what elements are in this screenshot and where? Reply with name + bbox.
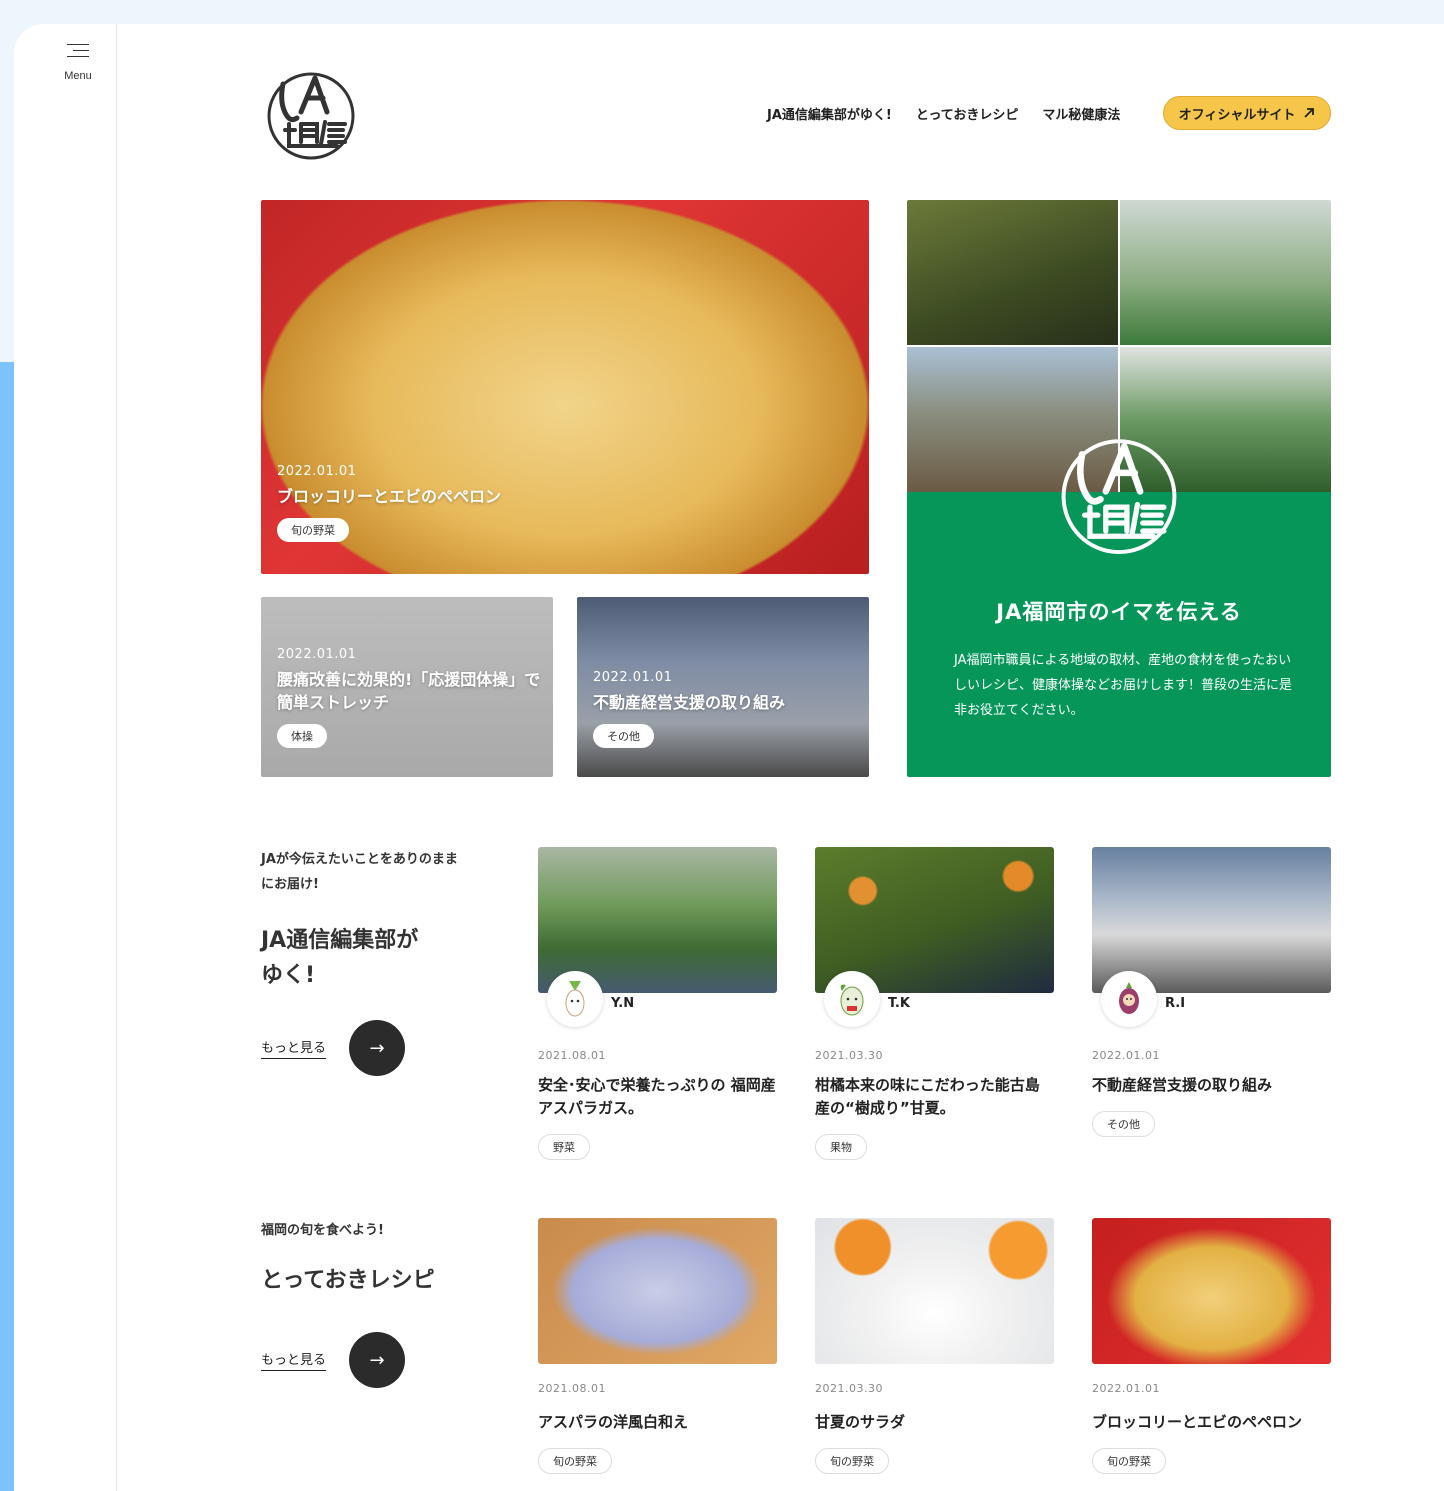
- nav-recipes[interactable]: とっておきレシピ: [916, 104, 1019, 123]
- editorial-more-link[interactable]: もっと見る →: [261, 1020, 406, 1076]
- article-title: 不動産経営支援の取り組み: [593, 693, 786, 712]
- page-frame: Menu JA通信編集部がゆく! とっておきレシピ マル秘健康法 オフィシャルサ…: [14, 24, 1444, 1491]
- article-date: 2022.01.01: [277, 464, 357, 479]
- author-name: Y.N: [611, 995, 635, 1011]
- article-date: 2021.08.01: [538, 1049, 606, 1062]
- ja-tsushin-logo-white: [1061, 439, 1177, 555]
- global-nav: JA通信編集部がゆく! とっておきレシピ マル秘健康法: [767, 96, 1144, 130]
- article-title: ブロッコリーとエビのペペロン: [277, 487, 502, 506]
- section-title: JA通信編集部がゆく!: [261, 928, 419, 988]
- article-title: 腰痛改善に効果的!「応援団体操」で簡単ストレッチ: [277, 670, 541, 712]
- arrow-right-icon: →: [349, 1332, 406, 1388]
- menu-label: Menu: [64, 70, 92, 82]
- recipe-thumbnail: [815, 1218, 1054, 1364]
- radish-mascot-icon: [565, 981, 585, 1017]
- editorial-article-card[interactable]: R.I 2022.01.01 不動産経営支援の取り組み その他: [1092, 847, 1331, 1137]
- recipe-date: 2022.01.01: [1092, 1382, 1160, 1395]
- recipe-thumbnail: [538, 1218, 777, 1364]
- article-title: 柑橘本来の味にこだわった能古島産の“樹成り”甘夏。: [815, 1076, 1040, 1117]
- editorial-article-card[interactable]: Y.N 2021.08.01 安全･安心で栄養たっぷりの 福岡産アスパラガス。 …: [538, 847, 777, 1160]
- recipes-section-intro: 福岡の旬を食べよう! とっておきレシピ: [261, 1218, 461, 1298]
- recipe-card[interactable]: 2022.01.01 ブロッコリーとエビのペペロン 旬の野菜: [1092, 1218, 1331, 1474]
- section-lead: 福岡の旬を食べよう!: [261, 1223, 384, 1238]
- article-date: 2021.03.30: [815, 1049, 883, 1062]
- category-tag[interactable]: その他: [1092, 1111, 1155, 1137]
- official-site-label: オフィシャルサイト: [1178, 107, 1296, 123]
- ja-panel-description: JA福岡市職員による地域の取材、産地の食材を使ったおいしいレシピ、健康体操などお…: [954, 653, 1293, 718]
- ja-intro-panel: JA福岡市のイマを伝える JA福岡市職員による地域の取材、産地の食材を使ったおい…: [907, 200, 1331, 777]
- article-thumbnail: Y.N: [538, 847, 777, 1027]
- more-label: もっと見る: [261, 1037, 327, 1059]
- article-thumbnail: T.K: [815, 847, 1054, 1027]
- category-tag[interactable]: 旬の野菜: [815, 1448, 889, 1474]
- category-tag[interactable]: 旬の野菜: [277, 518, 349, 542]
- staff-photo: [907, 200, 1118, 345]
- article-date: 2022.01.01: [593, 670, 673, 685]
- leaf-mascot-icon: [840, 984, 864, 1016]
- recipe-card[interactable]: 2021.03.30 甘夏のサラダ 旬の野菜: [815, 1218, 1054, 1474]
- side-rail: Menu: [14, 24, 117, 1491]
- author-name: T.K: [888, 995, 910, 1011]
- official-site-button[interactable]: オフィシャルサイト: [1163, 96, 1331, 130]
- category-tag[interactable]: その他: [593, 724, 654, 748]
- side-accent-strip: [0, 362, 14, 1491]
- section-lead: JAが今伝えたいことをありのままにお届け!: [261, 852, 458, 892]
- staff-photo: [1120, 200, 1331, 345]
- category-tag[interactable]: 野菜: [538, 1134, 590, 1160]
- category-tag[interactable]: 旬の野菜: [538, 1448, 612, 1474]
- article-thumbnail: R.I: [1092, 847, 1331, 1027]
- ja-tsushin-logo[interactable]: [261, 64, 361, 164]
- recipe-title: ブロッコリーとエビのペペロン: [1092, 1413, 1303, 1431]
- mascot-avatar: [1101, 971, 1157, 1027]
- author-name: R.I: [1165, 995, 1186, 1011]
- recipe-card[interactable]: 2021.08.01 アスパラの洋風白和え 旬の野菜: [538, 1218, 777, 1474]
- arrow-right-icon: →: [349, 1020, 406, 1076]
- category-tag[interactable]: 体操: [277, 724, 327, 748]
- mascot-avatar: [547, 971, 603, 1027]
- recipe-date: 2021.03.30: [815, 1382, 883, 1395]
- section-title: とっておきレシピ: [261, 1268, 435, 1293]
- editorial-article-card[interactable]: T.K 2021.03.30 柑橘本来の味にこだわった能古島産の“樹成り”甘夏。…: [815, 847, 1054, 1160]
- recipe-title: アスパラの洋風白和え: [538, 1413, 689, 1431]
- editorial-section-intro: JAが今伝えたいことをありのままにお届け! JA通信編集部がゆく!: [261, 847, 461, 993]
- featured-article-main[interactable]: 2022.01.01 ブロッコリーとエビのペペロン 旬の野菜: [261, 200, 869, 574]
- article-date: 2022.01.01: [1092, 1049, 1160, 1062]
- more-label: もっと見る: [261, 1349, 327, 1371]
- hamburger-icon: [67, 44, 89, 58]
- recipe-thumbnail: [1092, 1218, 1331, 1364]
- nav-editorial[interactable]: JA通信編集部がゆく!: [767, 104, 892, 123]
- arrow-up-right-icon: [1304, 108, 1315, 118]
- recipe-date: 2021.08.01: [538, 1382, 606, 1395]
- nav-health[interactable]: マル秘健康法: [1042, 104, 1120, 123]
- sweet-potato-mascot-icon: [1119, 982, 1139, 1014]
- recipes-more-link[interactable]: もっと見る →: [261, 1332, 406, 1388]
- recipe-title: 甘夏のサラダ: [815, 1413, 906, 1431]
- featured-article-small[interactable]: 2022.01.01 不動産経営支援の取り組み その他: [577, 597, 869, 777]
- mascot-avatar: [824, 971, 880, 1027]
- category-tag[interactable]: 旬の野菜: [1092, 1448, 1166, 1474]
- category-tag[interactable]: 果物: [815, 1134, 867, 1160]
- article-date: 2022.01.01: [277, 647, 357, 662]
- featured-article-small[interactable]: 2022.01.01 腰痛改善に効果的!「応援団体操」で簡単ストレッチ 体操: [261, 597, 553, 777]
- ja-panel-heading: JA福岡市のイマを伝える: [996, 600, 1242, 624]
- article-title: 不動産経営支援の取り組み: [1092, 1076, 1273, 1094]
- article-title: 安全･安心で栄養たっぷりの 福岡産アスパラガス。: [538, 1076, 776, 1117]
